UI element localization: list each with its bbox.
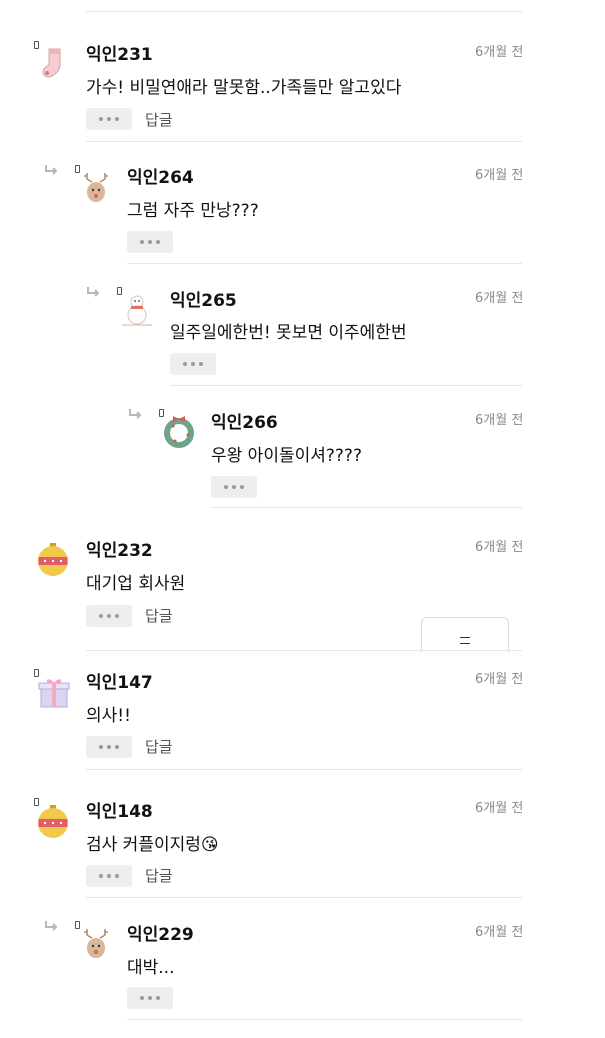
comment-text: 대박... <box>127 958 175 978</box>
menu-icon <box>460 636 470 644</box>
sock-icon <box>42 48 61 78</box>
comment-author[interactable]: 익인264 <box>127 163 194 188</box>
comment-author[interactable]: 익인148 <box>86 797 153 822</box>
comment-author[interactable]: 익인266 <box>211 408 278 433</box>
divider <box>127 263 522 264</box>
comment-text: 대기업 회사원 <box>86 574 186 594</box>
comment-text: 우왕 아이돌이셔???? <box>211 446 362 466</box>
comment-author[interactable]: 익인229 <box>127 920 194 945</box>
comment-text: 가수! 비밀연애라 말못함..가족들만 알고있다 <box>86 78 402 98</box>
reply-arrow-icon <box>87 287 100 297</box>
comment-time: 6개월 전 <box>475 413 524 428</box>
comment-time: 6개월 전 <box>475 540 524 555</box>
comment-text: 검사 커플이지렁😘 <box>86 835 219 855</box>
divider <box>86 769 522 770</box>
comment-time: 6개월 전 <box>475 672 524 687</box>
reindeer-icon <box>84 929 108 958</box>
ornament-icon <box>38 543 68 576</box>
more-options-button[interactable] <box>86 605 132 627</box>
comment-author[interactable]: 익인147 <box>86 668 153 693</box>
snowman-icon <box>122 295 152 326</box>
comment-time: 6개월 전 <box>475 925 524 940</box>
gift-box-icon <box>38 679 70 708</box>
comment-time: 6개월 전 <box>475 801 524 816</box>
divider <box>86 650 522 651</box>
more-options-button[interactable] <box>127 231 173 253</box>
reply-arrow-icon <box>45 921 58 931</box>
more-options-button[interactable] <box>170 353 216 375</box>
comment-time: 6개월 전 <box>475 168 524 183</box>
kissing-emoji: 😘 <box>200 835 219 855</box>
divider <box>86 897 522 898</box>
comment-time: 6개월 전 <box>475 291 524 306</box>
divider <box>86 141 522 142</box>
more-options-button[interactable] <box>86 736 132 758</box>
comment-time: 6개월 전 <box>475 45 524 60</box>
comment-author[interactable]: 익인265 <box>170 286 237 311</box>
divider <box>127 1019 522 1020</box>
ornament-icon <box>38 805 68 838</box>
wreath-icon <box>164 416 194 448</box>
reply-button[interactable]: 답글 <box>145 736 173 757</box>
reindeer-icon <box>84 173 108 202</box>
reply-arrow-icon <box>129 409 142 419</box>
divider <box>86 11 522 12</box>
divider <box>170 385 522 386</box>
more-options-button[interactable] <box>211 476 257 498</box>
comment-text: 의사!! <box>86 706 131 726</box>
reply-button[interactable]: 답글 <box>145 605 173 626</box>
more-options-button[interactable] <box>86 865 132 887</box>
comment-text: 일주일에한번! 못보면 이주에한번 <box>170 323 407 343</box>
reply-arrow-icon <box>45 165 58 175</box>
reply-button[interactable]: 답글 <box>145 865 173 886</box>
comment-text: 그럼 자주 만낭??? <box>127 201 259 221</box>
reply-button[interactable]: 답글 <box>145 109 173 130</box>
comment-author[interactable]: 익인232 <box>86 536 153 561</box>
more-options-button[interactable] <box>86 108 132 130</box>
menu-tab-button[interactable] <box>421 617 509 652</box>
more-options-button[interactable] <box>127 987 173 1009</box>
divider <box>211 507 522 508</box>
comment-author[interactable]: 익인231 <box>86 40 153 65</box>
